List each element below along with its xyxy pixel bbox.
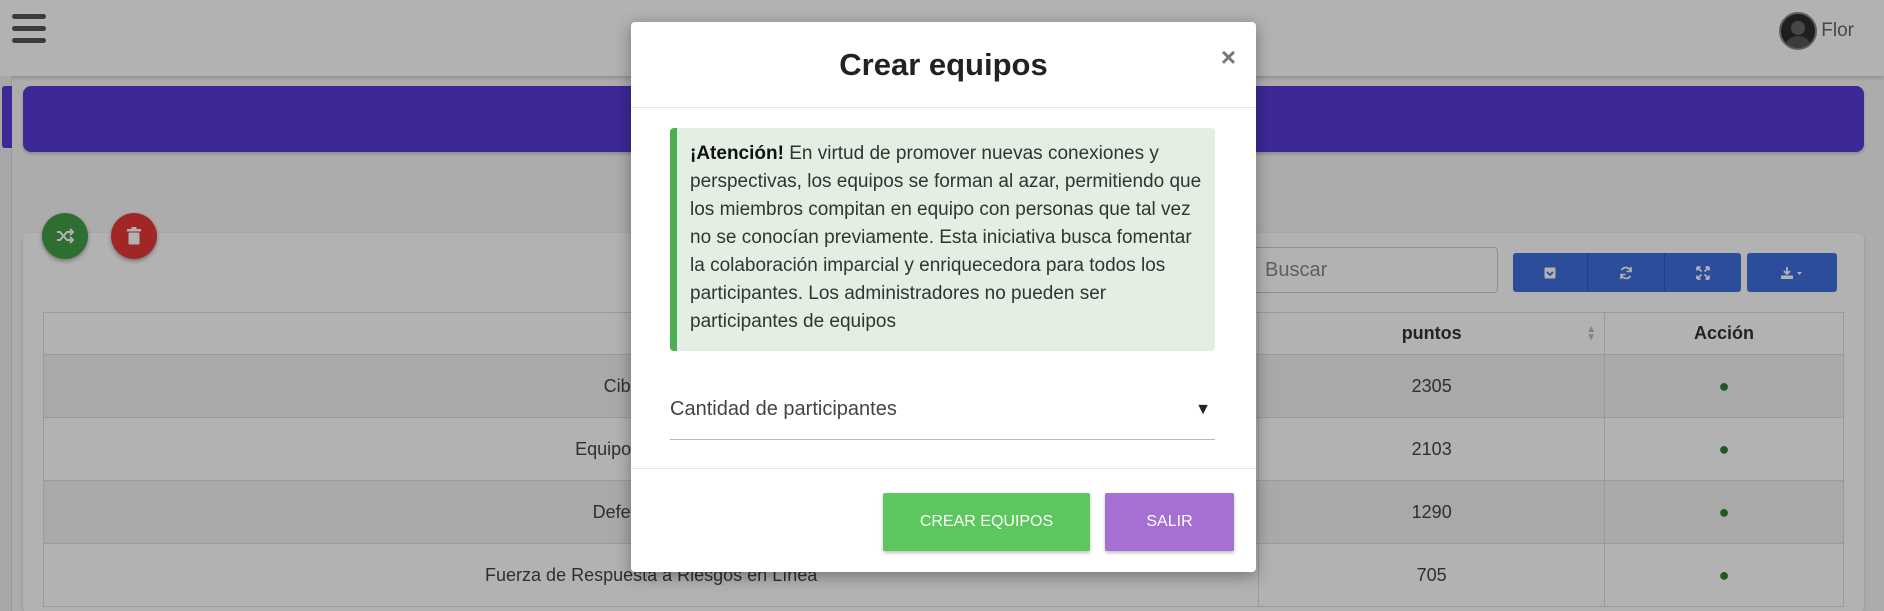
create-teams-button[interactable]: Crear equipos: [883, 493, 1090, 551]
alert-message: En virtud de promover nuevas conexiones …: [690, 143, 1202, 332]
exit-button[interactable]: Salir: [1105, 493, 1234, 551]
participants-select-label: Cantidad de participantes: [670, 398, 897, 420]
modal-title: Crear equipos: [839, 46, 1048, 82]
modal-footer: Crear equipos Salir: [631, 468, 1256, 572]
close-icon[interactable]: ×: [1221, 42, 1236, 73]
alert-title: ¡Atención!: [690, 143, 784, 164]
create-teams-modal: Crear equipos × ¡Atención! En virtud de …: [631, 22, 1256, 572]
chevron-down-icon: ▼: [1195, 400, 1211, 418]
participants-select[interactable]: Cantidad de participantes ▼: [670, 380, 1215, 440]
attention-alert: ¡Atención! En virtud de promover nuevas …: [670, 128, 1215, 351]
modal-header: Crear equipos ×: [631, 22, 1256, 108]
